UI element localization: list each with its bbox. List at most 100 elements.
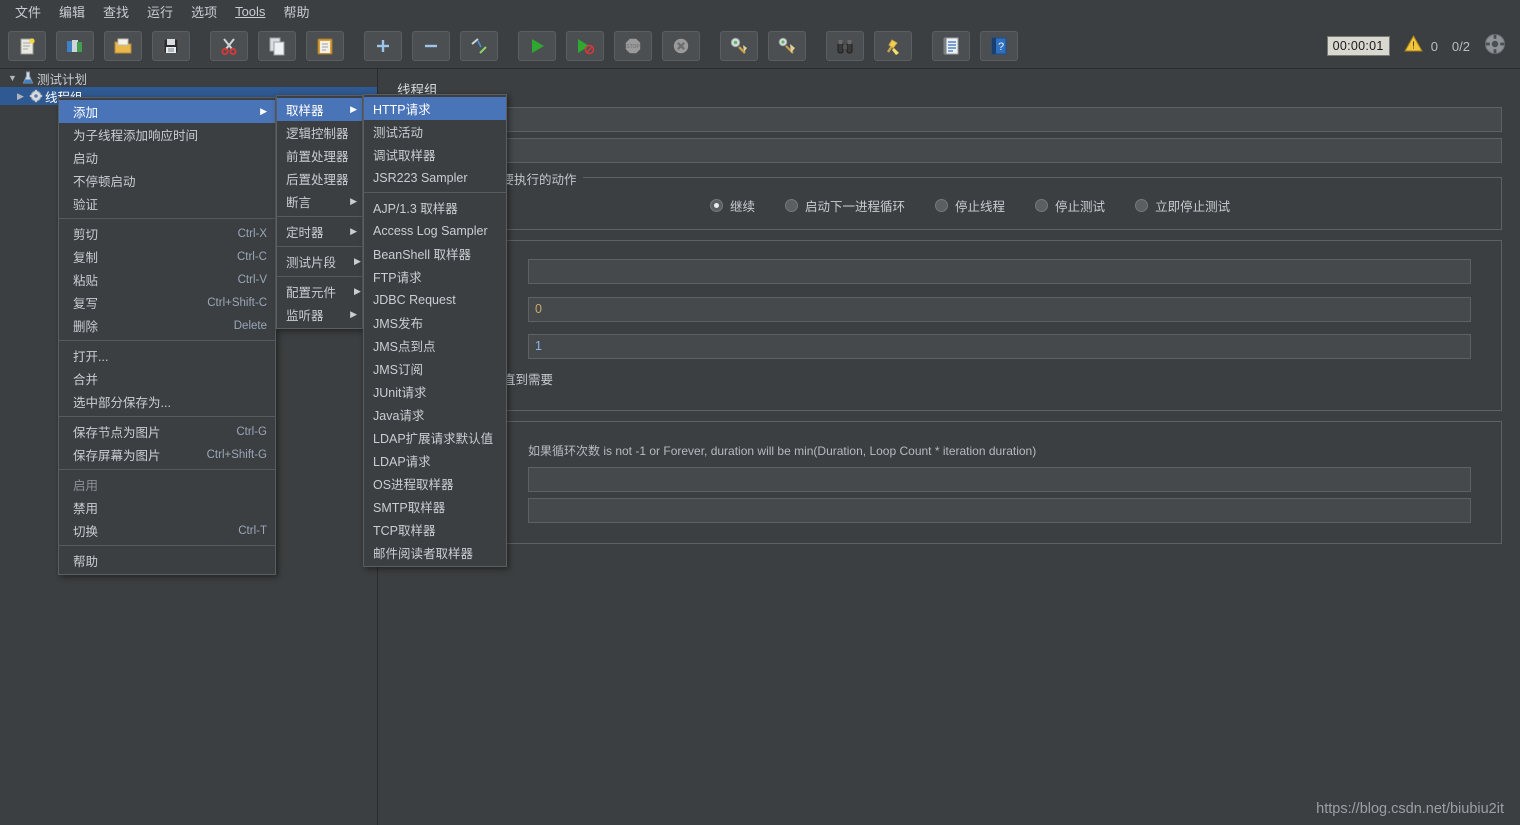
sampler-item-mail-reader-sampler[interactable]: 邮件阅读者取样器 — [364, 541, 506, 564]
sampler-item-beanshell-sampler[interactable]: BeanShell 取样器 — [364, 242, 506, 265]
add-item-logic-controller[interactable]: 逻辑控制器 ▶ — [277, 121, 373, 144]
sampler-item-junit-request[interactable]: JUnit请求 — [364, 380, 506, 403]
clear-button[interactable] — [720, 30, 758, 61]
add-item-sampler[interactable]: 取样器 ▶ — [277, 98, 362, 121]
thread-count-field[interactable] — [528, 259, 1471, 284]
sampler-item-java-request[interactable]: Java请求 — [364, 403, 506, 426]
menu-help[interactable]: 帮助 — [274, 0, 318, 23]
context-item-disable[interactable]: 禁用 — [59, 496, 275, 519]
context-item-help[interactable]: 帮助 — [59, 549, 275, 572]
sampler-item-jms-subscriber[interactable]: JMS订阅 — [364, 357, 506, 380]
sampler-item-access-log-sampler[interactable]: Access Log Sampler — [364, 219, 506, 242]
context-item-validate[interactable]: 验证 — [59, 192, 275, 215]
sampler-item-jms-point-to-point[interactable]: JMS点到点 — [364, 334, 506, 357]
add-item-timer[interactable]: 定时器 ▶ — [277, 220, 362, 243]
templates-button[interactable] — [56, 30, 94, 61]
menu-run[interactable]: 运行 — [138, 0, 182, 23]
name-input[interactable] — [497, 107, 1502, 132]
menu-file[interactable]: 文件 — [6, 0, 50, 23]
shutdown-button[interactable] — [662, 30, 700, 61]
context-item-add-think-times[interactable]: 为子线程添加响应时间 — [59, 123, 275, 146]
menu-tools[interactable]: Tools — [226, 2, 274, 21]
radio-stop-test-now[interactable]: 立即停止测试 — [1135, 196, 1230, 215]
tree-context-menu[interactable]: 添加 ▶ 为子线程添加响应时间 启动 不停顿启动 验证 剪切 Ctrl-X 复制… — [58, 97, 276, 575]
menu-search[interactable]: 查找 — [94, 0, 138, 23]
paste-button[interactable] — [306, 30, 344, 61]
context-item-copy[interactable]: 复制 Ctrl-C — [59, 245, 275, 268]
context-item-paste[interactable]: 粘贴 Ctrl-V — [59, 268, 275, 291]
context-item-add[interactable]: 添加 ▶ — [59, 100, 275, 123]
save-button[interactable] — [152, 30, 190, 61]
context-item-merge[interactable]: 合并 — [59, 367, 275, 390]
sampler-item-ldap-request[interactable]: LDAP请求 — [364, 449, 506, 472]
sampler-item-label: 测试活动 — [373, 126, 424, 140]
stop-button[interactable]: STOP — [614, 30, 652, 61]
new-button[interactable] — [8, 30, 46, 61]
radio-stop-test[interactable]: 停止测试 — [1035, 196, 1105, 215]
add-item-config-element[interactable]: 配置元件 ▶ — [277, 280, 362, 303]
sampler-item-jms-publisher[interactable]: JMS发布 — [364, 311, 506, 334]
thread-status-icon[interactable] — [1484, 33, 1506, 60]
start-button[interactable] — [518, 30, 556, 61]
context-item-start-no-pauses[interactable]: 不停顿启动 — [59, 169, 275, 192]
warning-indicator[interactable]: ! 0 — [1403, 34, 1438, 57]
add-item-listener[interactable]: 监听器 ▶ — [277, 303, 362, 326]
duration-field[interactable] — [528, 467, 1471, 492]
tree-node-test-plan[interactable]: ▼ 测试计划 — [0, 69, 377, 87]
menu-separator — [277, 216, 362, 217]
context-item-duplicate[interactable]: 复写 Ctrl+Shift-C — [59, 291, 275, 314]
clear-all-button[interactable] — [768, 30, 806, 61]
help-button[interactable]: ? — [980, 30, 1018, 61]
sampler-item-os-process-sampler[interactable]: OS进程取样器 — [364, 472, 506, 495]
sampler-item-jsr223-sampler[interactable]: JSR223 Sampler — [364, 166, 506, 189]
loop-count-field[interactable]: 1 — [528, 334, 1471, 359]
copy-button[interactable] — [258, 30, 296, 61]
collapse-button[interactable] — [412, 30, 450, 61]
sampler-item-debug-sampler[interactable]: 调试取样器 — [364, 143, 506, 166]
rampup-field[interactable]: 0 — [528, 296, 1471, 322]
comments-input[interactable] — [497, 138, 1502, 163]
sampler-item-test-action[interactable]: 测试活动 — [364, 120, 506, 143]
twisty-collapsed-icon[interactable]: ▶ — [14, 91, 27, 102]
startup-delay-field[interactable] — [528, 498, 1471, 523]
context-item-open[interactable]: 打开... — [59, 344, 275, 367]
context-item-save-selection-as[interactable]: 选中部分保存为... — [59, 390, 275, 413]
sampler-item-jdbc-request[interactable]: JDBC Request — [364, 288, 506, 311]
start-no-pauses-button[interactable] — [566, 30, 604, 61]
context-item-save-node-as-image[interactable]: 保存节点为图片 Ctrl-G — [59, 420, 275, 443]
add-submenu[interactable]: 取样器 ▶ 逻辑控制器 ▶ 前置处理器 ▶ 后置处理器 ▶ 断言 ▶ 定时器 ▶… — [276, 95, 373, 329]
add-item-pre-processor[interactable]: 前置处理器 ▶ — [277, 144, 373, 167]
add-item-test-fragment[interactable]: 测试片段 ▶ — [277, 250, 362, 273]
sampler-item-ldap-ext-request-defaults[interactable]: LDAP扩展请求默认值 — [364, 426, 506, 449]
context-item-enable[interactable]: 启用 — [59, 473, 275, 496]
sampler-item-http-request[interactable]: HTTP请求 — [364, 97, 506, 120]
sampler-item-tcp-sampler[interactable]: TCP取样器 — [364, 518, 506, 541]
sampler-item-smtp-sampler[interactable]: SMTP取样器 — [364, 495, 506, 518]
context-item-save-screen-as-image[interactable]: 保存屏幕为图片 Ctrl+Shift-G — [59, 443, 275, 466]
add-item-post-processor[interactable]: 后置处理器 ▶ — [277, 167, 373, 190]
context-item-cut[interactable]: 剪切 Ctrl-X — [59, 222, 275, 245]
context-item-accel: Delete — [233, 319, 267, 332]
menu-edit[interactable]: 编辑 — [50, 0, 94, 23]
radio-continue[interactable]: 继续 — [710, 196, 755, 215]
sampler-item-ajp-sampler[interactable]: AJP/1.3 取样器 — [364, 196, 506, 219]
radio-stop-thread[interactable]: 停止线程 — [935, 196, 1005, 215]
twisty-expanded-icon[interactable]: ▼ — [6, 73, 19, 83]
reset-search-button[interactable] — [874, 30, 912, 61]
expand-button[interactable] — [364, 30, 402, 61]
sampler-submenu[interactable]: HTTP请求 测试活动 调试取样器 JSR223 Sampler AJP/1.3… — [363, 94, 507, 567]
open-button[interactable] — [104, 30, 142, 61]
sampler-item-label: JMS订阅 — [373, 363, 424, 377]
cut-button[interactable] — [210, 30, 248, 61]
menu-separator — [59, 545, 275, 546]
add-item-assertions[interactable]: 断言 ▶ — [277, 190, 362, 213]
radio-start-next-loop[interactable]: 启动下一进程循环 — [785, 196, 905, 215]
context-item-remove[interactable]: 删除 Delete — [59, 314, 275, 337]
function-helper-button[interactable] — [932, 30, 970, 61]
sampler-item-ftp-request[interactable]: FTP请求 — [364, 265, 506, 288]
context-item-start[interactable]: 启动 — [59, 146, 275, 169]
search-button[interactable] — [826, 30, 864, 61]
context-item-toggle[interactable]: 切换 Ctrl-T — [59, 519, 275, 542]
toggle-button[interactable] — [460, 30, 498, 61]
menu-options[interactable]: 选项 — [182, 0, 226, 23]
